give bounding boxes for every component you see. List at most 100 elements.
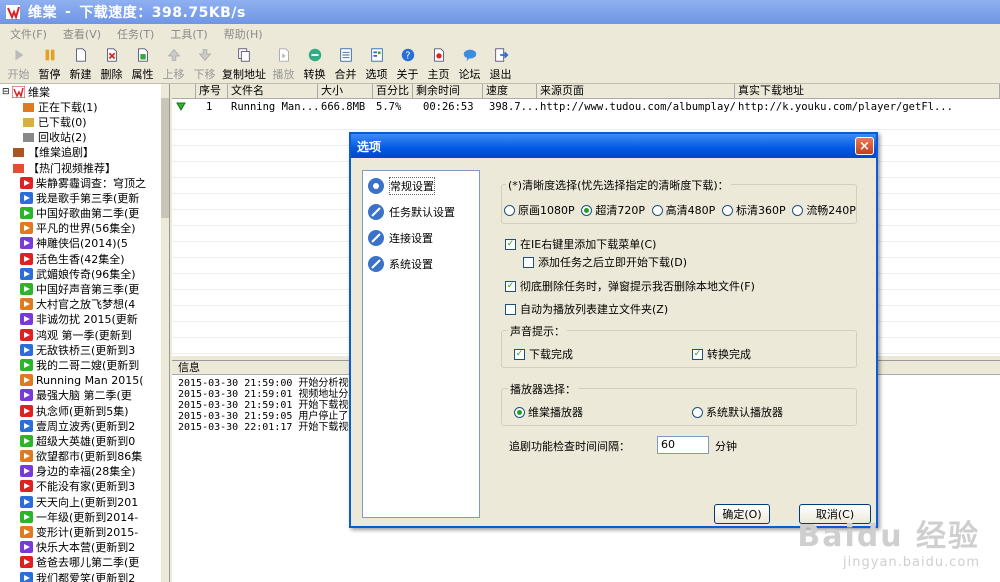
start-button[interactable]: 开始 xyxy=(3,44,34,82)
nav-task-default[interactable]: 任务默认设置 xyxy=(363,199,479,225)
exit-icon xyxy=(494,48,508,62)
tree-item[interactable]: 执念师(更新到5集) xyxy=(0,403,169,418)
video-icon xyxy=(20,450,33,463)
col-filename[interactable]: 文件名 xyxy=(228,84,318,98)
tree-item[interactable]: 鸿观 第一季(更新到 xyxy=(0,327,169,342)
new-label: 新建 xyxy=(69,68,92,81)
tree-item[interactable]: 身边的幸福(28集全) xyxy=(0,464,169,479)
tree-item-label: 执念师(更新到5集) xyxy=(36,404,129,418)
quality-720p-radio[interactable]: 超清720P xyxy=(581,202,645,218)
ok-button[interactable]: 确定(O) xyxy=(714,504,770,524)
convert-done-checkbox[interactable]: ✓ 转换完成 xyxy=(692,346,751,362)
tree-item[interactable]: 我的二哥二嫂(更新到 xyxy=(0,357,169,372)
tree-item[interactable]: 无敌铁桥三(更新到3 xyxy=(0,342,169,357)
tree-item[interactable]: 不能没有家(更新到3 xyxy=(0,479,169,494)
tree-item[interactable]: 活色生香(42集全) xyxy=(0,251,169,266)
player-label: 播放器选择： xyxy=(508,381,578,397)
tree-scrollbar[interactable] xyxy=(161,84,169,582)
convert-button[interactable]: 转换 xyxy=(299,44,330,82)
tree-item[interactable]: 柴静雾霾调查：穹顶之 xyxy=(0,175,169,190)
about-button[interactable]: ? 关于 xyxy=(392,44,423,82)
tree-item-label: 我们都爱笑(更新到2 xyxy=(36,571,136,582)
index-cell: 1 xyxy=(206,101,213,113)
tree-item[interactable]: 变形计(更新到2015- xyxy=(0,524,169,539)
menu-view[interactable]: 查看(V) xyxy=(55,26,109,42)
auto-folder-checkbox[interactable]: 自动为播放列表建立文件夹(Z) xyxy=(505,301,668,317)
tree-item[interactable]: 中国好歌曲第二季(更 xyxy=(0,206,169,221)
video-icon xyxy=(20,283,33,296)
convert-done-label: 转换完成 xyxy=(707,348,751,361)
tree-item[interactable]: 中国好声音第三季(更 xyxy=(0,281,169,296)
table-row[interactable]: 1 Running Man... 666.8MB 5.7% 00:26:53 3… xyxy=(172,99,1000,115)
move-down-button[interactable]: 下移 xyxy=(189,44,220,82)
col-real-url[interactable]: 真实下载地址 xyxy=(735,84,1000,98)
tree-item[interactable]: Running Man 2015( xyxy=(0,373,169,388)
tree-item[interactable]: 天天向上(更新到201 xyxy=(0,494,169,509)
close-button[interactable]: × xyxy=(855,137,874,155)
tree-item[interactable]: 我们都爱笑(更新到2 xyxy=(0,570,169,582)
start-after-add-checkbox[interactable]: 添加任务之后立即开始下载(D) xyxy=(523,254,687,270)
pause-button[interactable]: 暂停 xyxy=(34,44,65,82)
properties-button[interactable]: 属性 xyxy=(127,44,158,82)
play-button[interactable]: 播放 xyxy=(268,44,299,82)
delete-prompt-checkbox[interactable]: ✓ 彻底删除任务时，弹窗提示我否删除本地文件(F) xyxy=(505,278,755,294)
tree-item-label: 中国好歌曲第二季(更 xyxy=(36,207,140,221)
tree-root[interactable]: ⊟ 维棠 xyxy=(0,84,169,99)
tree-item[interactable]: 大村官之放飞梦想(4 xyxy=(0,297,169,312)
menu-file[interactable]: 文件(F) xyxy=(2,26,55,42)
tree-item[interactable]: 快乐大本营(更新到2 xyxy=(0,540,169,555)
tree-item[interactable]: 神雕侠侣(2014)(5 xyxy=(0,236,169,251)
ie-menu-checkbox[interactable]: ✓ 在IE右键里添加下载菜单(C) xyxy=(505,236,656,252)
tree-item[interactable]: 正在下载(1) xyxy=(0,99,169,114)
nav-general[interactable]: 常规设置 xyxy=(363,173,479,199)
dialog-title-bar[interactable]: 选项 × xyxy=(351,134,876,158)
tree-item[interactable]: 爸爸去哪儿第二季(更 xyxy=(0,555,169,570)
delete-button[interactable]: 删除 xyxy=(96,44,127,82)
tree-item[interactable]: 【维棠追剧】 xyxy=(0,145,169,160)
exit-button[interactable]: 退出 xyxy=(485,44,516,82)
tree-item[interactable]: 一年级(更新到2014- xyxy=(0,509,169,524)
col-remaining[interactable]: 剩余时间 xyxy=(413,84,483,98)
menu-bar: 文件(F) 查看(V) 任务(T) 工具(T) 帮助(H) xyxy=(0,24,1000,44)
col-percent[interactable]: 百分比 xyxy=(373,84,413,98)
tree-item[interactable]: 我是歌手第三季(更新 xyxy=(0,190,169,205)
system-player-radio[interactable]: 系统默认播放器 xyxy=(692,404,783,420)
home-button[interactable]: 主页 xyxy=(423,44,454,82)
new-button[interactable]: 新建 xyxy=(65,44,96,82)
tree-item[interactable]: 武媚娘传奇(96集全) xyxy=(0,266,169,281)
download-done-checkbox[interactable]: ✓ 下载完成 xyxy=(514,346,573,362)
tree-scroll-thumb[interactable] xyxy=(161,98,169,218)
col-size[interactable]: 大小 xyxy=(318,84,373,98)
collapse-icon[interactable]: ⊟ xyxy=(2,87,12,97)
forum-button[interactable]: 论坛 xyxy=(454,44,485,82)
menu-tools[interactable]: 工具(T) xyxy=(162,26,215,42)
quality-1080p-radio[interactable]: 原画1080P xyxy=(504,202,575,218)
quality-360p-radio[interactable]: 标清360P xyxy=(721,202,786,218)
tree-item[interactable]: 壹周立波秀(更新到2 xyxy=(0,418,169,433)
tree-item[interactable]: 回收站(2) xyxy=(0,130,169,145)
tree-item[interactable]: 超级大英雄(更新到0 xyxy=(0,433,169,448)
col-index[interactable]: 序号 xyxy=(196,84,228,98)
nav-system[interactable]: 系统设置 xyxy=(363,251,479,277)
col-speed[interactable]: 速度 xyxy=(483,84,537,98)
menu-help[interactable]: 帮助(H) xyxy=(216,26,271,42)
tree-item[interactable]: 欲望都市(更新到86集 xyxy=(0,449,169,464)
move-up-button[interactable]: 上移 xyxy=(158,44,189,82)
tree-item[interactable]: 非诚勿扰 2015(更新 xyxy=(0,312,169,327)
weitang-player-radio[interactable]: 维棠播放器 xyxy=(514,404,583,420)
tree-item-label: 壹周立波秀(更新到2 xyxy=(36,419,136,433)
tree-item[interactable]: 平凡的世界(56集全) xyxy=(0,221,169,236)
quality-480p-radio[interactable]: 高清480P xyxy=(651,202,715,218)
tree-item[interactable]: 已下载(0) xyxy=(0,114,169,129)
merge-button[interactable]: 合并 xyxy=(330,44,361,82)
interval-input[interactable]: 60 xyxy=(657,436,709,454)
quality-240p-radio[interactable]: 流畅240P xyxy=(792,202,856,218)
menu-task[interactable]: 任务(T) xyxy=(109,26,162,42)
tree-item[interactable]: 最强大脑 第二季(更 xyxy=(0,388,169,403)
tree-item[interactable]: 【热门视频推荐】 xyxy=(0,160,169,175)
col-status[interactable] xyxy=(172,84,196,98)
copy-address-button[interactable]: 复制地址 xyxy=(220,44,268,82)
nav-connection[interactable]: 连接设置 xyxy=(363,225,479,251)
col-source[interactable]: 来源页面 xyxy=(537,84,735,98)
options-button[interactable]: 选项 xyxy=(361,44,392,82)
